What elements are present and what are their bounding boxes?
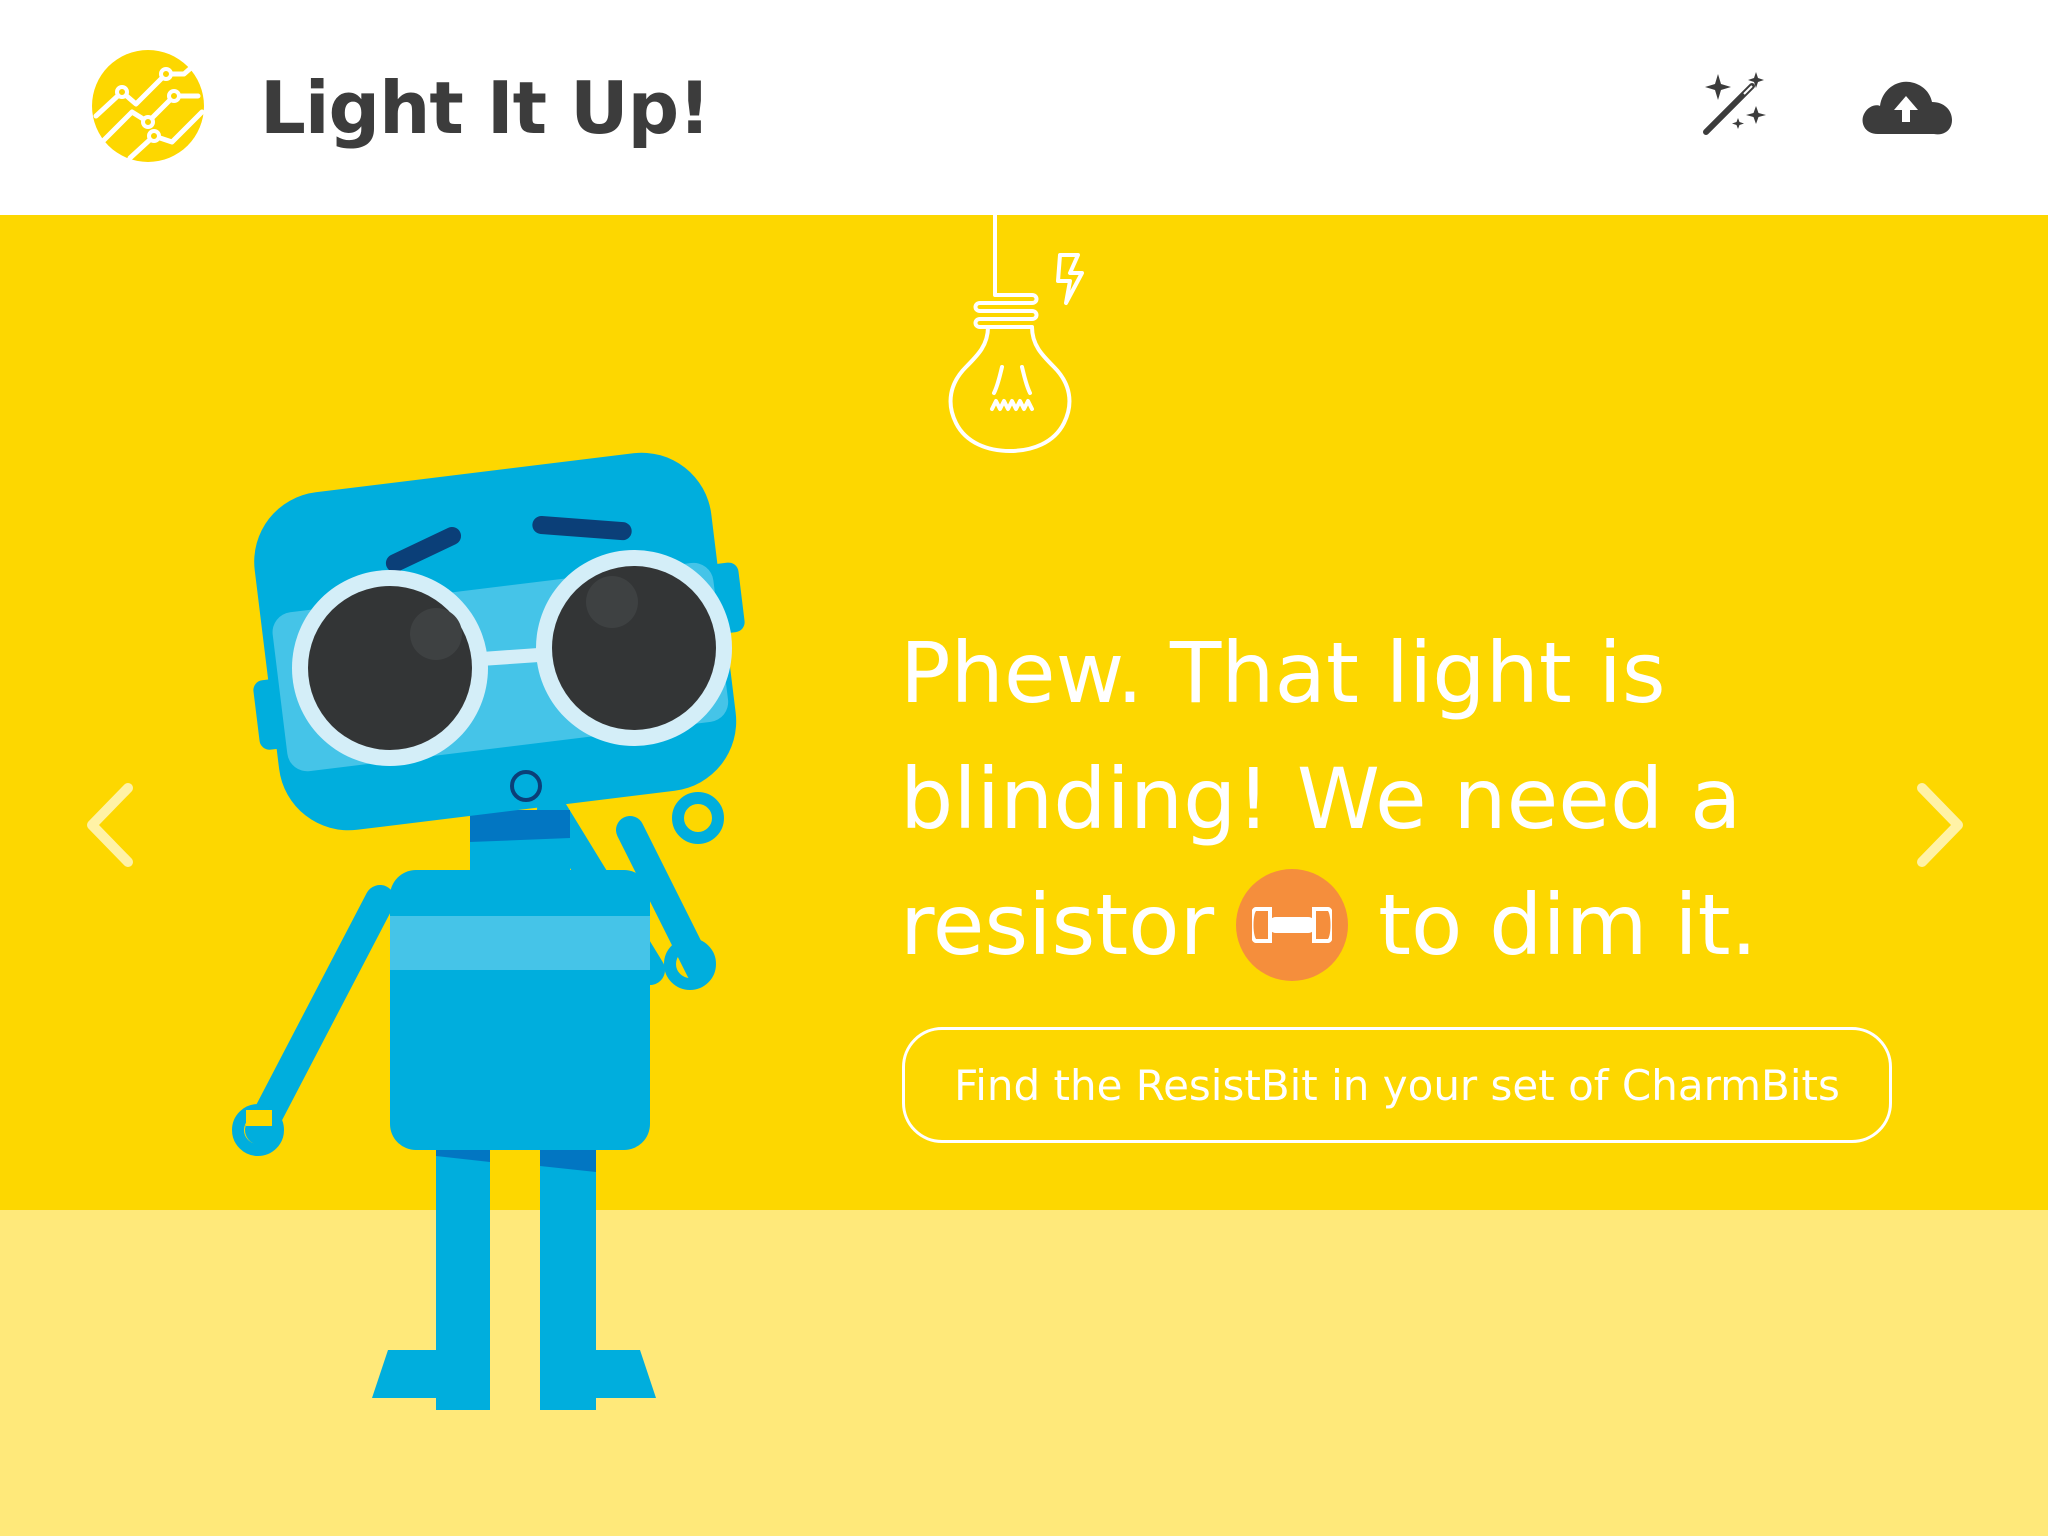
dialogue-message: Phew. That light is blinding! We need a … [900, 610, 2020, 988]
message-line-3-end: to dim it. [1378, 876, 1758, 974]
message-line-3-start: resistor [900, 876, 1215, 974]
chevron-right-icon[interactable] [1910, 780, 1970, 870]
cloud-upload-icon[interactable] [1858, 72, 1954, 144]
app-header: Light It Up! [0, 0, 2048, 215]
magic-wand-icon[interactable] [1700, 70, 1768, 138]
message-line-2: blinding! We need a [900, 750, 1742, 848]
app-title: Light It Up! [260, 66, 711, 150]
robot-character [232, 452, 745, 1410]
resistor-icon [1236, 869, 1349, 982]
message-line-1: Phew. That light is [900, 624, 1666, 722]
circuit-badge-icon [92, 50, 204, 162]
find-resistbit-button[interactable]: Find the ResistBit in your set of CharmB… [902, 1027, 1892, 1143]
light-bulb-icon [948, 215, 1084, 453]
message-line-3: resistor to dim it. [900, 862, 2020, 988]
chevron-left-icon[interactable] [80, 780, 140, 870]
